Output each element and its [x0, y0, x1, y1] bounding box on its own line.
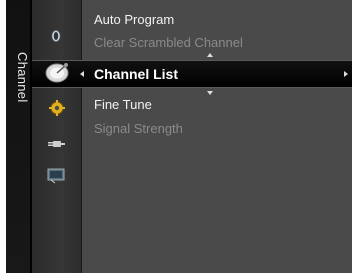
picture-icon[interactable]: [49, 28, 63, 49]
side-tab: Channel: [6, 0, 30, 273]
menu-item-clear-scrambled-channel[interactable]: Clear Scrambled Channel: [94, 35, 243, 50]
application-icon[interactable]: [47, 168, 65, 189]
channel-dish-icon[interactable]: [44, 60, 72, 91]
menu-item-channel-list[interactable]: Channel List: [94, 66, 178, 82]
menu-item-auto-program[interactable]: Auto Program: [94, 12, 174, 27]
input-plug-icon[interactable]: [47, 137, 65, 155]
left-arrow-icon: [80, 71, 84, 77]
setup-gear-icon[interactable]: [49, 100, 65, 121]
menu-item-fine-tune[interactable]: Fine Tune: [94, 97, 152, 112]
scroll-down-arrow-icon: [207, 91, 213, 95]
side-tab-label: Channel: [15, 52, 30, 103]
right-arrow-icon: [344, 71, 348, 77]
menu-item-signal-strength[interactable]: Signal Strength: [94, 121, 183, 136]
scroll-up-arrow-icon: [207, 53, 213, 57]
